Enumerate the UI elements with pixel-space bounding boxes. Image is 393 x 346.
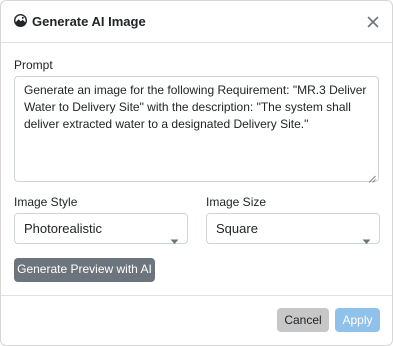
footer-divider <box>1 295 392 296</box>
apply-button[interactable]: Apply <box>335 308 380 332</box>
image-style-select[interactable]: Photorealistic <box>14 213 188 244</box>
prompt-label: Prompt <box>14 58 53 72</box>
chevron-down-icon <box>170 226 179 244</box>
prompt-textarea[interactable]: Generate an image for the following Requ… <box>14 76 379 183</box>
image-size-value: Square <box>216 221 258 236</box>
image-style-value: Photorealistic <box>24 221 103 236</box>
dialog-header: Generate AI Image <box>1 1 392 43</box>
resize-handle-icon[interactable] <box>368 171 376 183</box>
image-size-select[interactable]: Square <box>206 213 380 244</box>
dialog-title: Generate AI Image <box>32 14 146 29</box>
prompt-text: Generate an image for the following Requ… <box>24 83 367 131</box>
image-size-label: Image Size <box>206 195 267 209</box>
chevron-down-icon <box>362 226 371 244</box>
generate-ai-image-dialog: Generate AI Image Prompt Generate an ima… <box>0 0 393 346</box>
close-icon[interactable] <box>365 14 381 30</box>
image-style-label: Image Style <box>14 195 78 209</box>
image-icon <box>13 13 28 28</box>
cancel-button[interactable]: Cancel <box>277 308 329 332</box>
generate-preview-button[interactable]: Generate Preview with AI <box>14 258 155 282</box>
